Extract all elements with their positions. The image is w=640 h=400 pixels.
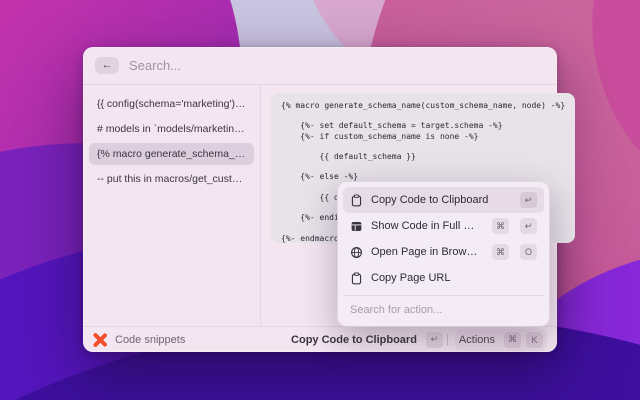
action-menu-item[interactable]: Open Page in Browser ⌘ O <box>343 239 544 265</box>
action-label: Show Code in Full Page <box>371 220 481 232</box>
desktop-wallpaper: ← Search... {{ config(schema='marketing'… <box>0 0 640 400</box>
snippet-list: {{ config(schema='marketing') }} sel... #… <box>83 85 261 326</box>
footer-bar: Code snippets Copy Code to Clipboard ↵ A… <box>83 326 557 352</box>
return-key-icon: ↵ <box>520 218 537 234</box>
primary-action-button[interactable]: Copy Code to Clipboard <box>291 334 417 346</box>
command-key-icon: ⌘ <box>492 218 509 234</box>
footer-divider <box>446 333 448 346</box>
k-key-icon: K <box>526 331 543 348</box>
action-menu-item[interactable]: Copy Code to Clipboard ↵ <box>343 187 544 213</box>
footer-app: Code snippets <box>93 332 186 347</box>
search-input[interactable]: Search... <box>129 58 181 73</box>
snippet-list-item[interactable]: -- put this in macros/get_custom_sc... <box>89 168 254 190</box>
snippet-list-item[interactable]: {{ config(schema='marketing') }} sel... <box>89 93 254 115</box>
app-name-label: Code snippets <box>115 333 186 346</box>
actions-label: Actions <box>458 333 495 346</box>
window-icon <box>350 220 363 233</box>
actions-menu-button[interactable]: Actions ⌘ K <box>454 328 547 351</box>
actions-popup-list: Copy Code to Clipboard ↵ Show Code in Full… <box>343 187 544 291</box>
action-label: Copy Page URL <box>371 272 451 284</box>
action-search-input[interactable]: Search for action... <box>343 295 544 321</box>
snippet-list-item[interactable]: {% macro generate_schema_name(c... <box>89 143 254 165</box>
snippet-list-item[interactable]: # models in `models/marketing/ will... <box>89 118 254 140</box>
return-key-icon: ↵ <box>425 331 443 348</box>
command-key-icon: ⌘ <box>504 331 521 348</box>
clipboard-icon <box>350 271 363 285</box>
return-key-icon: ↵ <box>520 192 537 208</box>
action-menu-item[interactable]: Show Code in Full Page ⌘ ↵ <box>343 213 544 239</box>
globe-icon <box>350 246 363 259</box>
action-label: Open Page in Browser <box>371 246 481 258</box>
action-label: Copy Code to Clipboard <box>371 194 489 206</box>
launcher-window: ← Search... {{ config(schema='marketing'… <box>83 47 576 352</box>
clipboard-icon <box>350 193 363 207</box>
key-badge: O <box>520 244 537 260</box>
back-button[interactable]: ← <box>95 57 119 74</box>
search-bar: ← Search... <box>83 47 557 85</box>
action-menu-item[interactable]: Copy Page URL <box>343 265 544 291</box>
command-key-icon: ⌘ <box>492 244 509 260</box>
actions-popup: Copy Code to Clipboard ↵ Show Code in Full… <box>337 181 550 327</box>
x-logo-icon <box>93 332 107 347</box>
footer-actions: Copy Code to Clipboard ↵ Actions ⌘ K <box>291 328 547 351</box>
back-arrow-icon: ← <box>101 59 113 71</box>
